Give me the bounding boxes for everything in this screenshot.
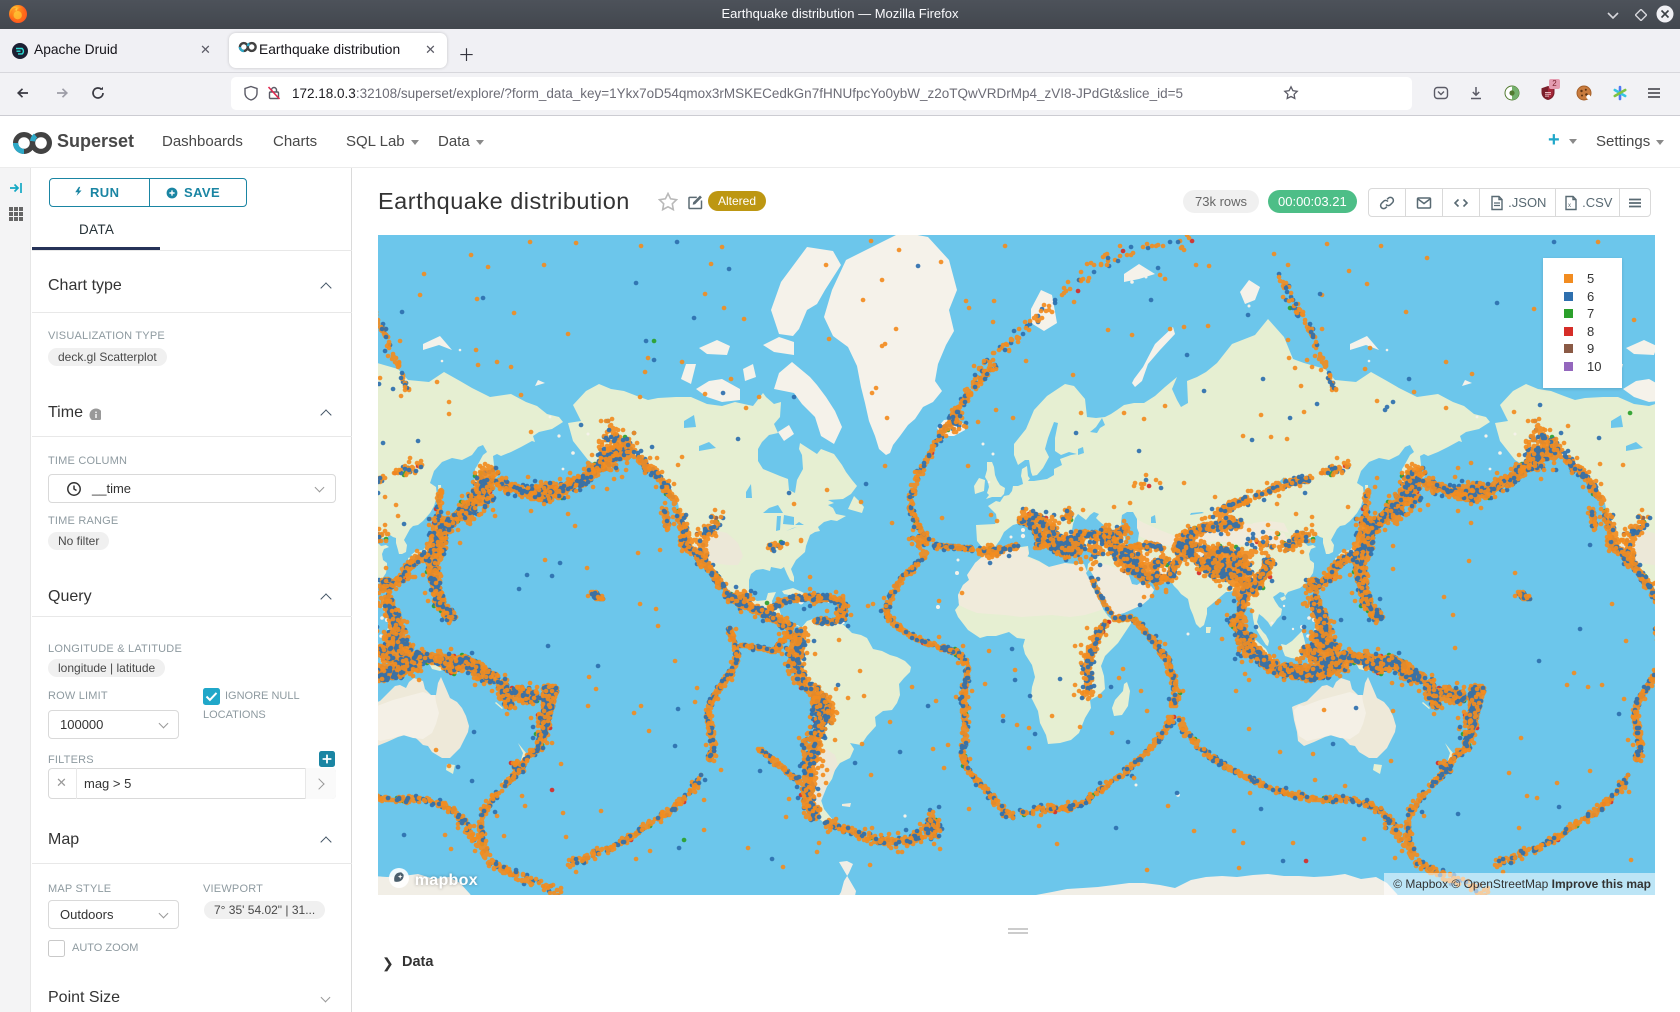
svg-text:9: 9 (1587, 341, 1594, 356)
svg-text:6: 6 (1587, 289, 1594, 304)
svg-text:7: 7 (1587, 306, 1594, 321)
svg-text:10: 10 (1587, 359, 1601, 374)
svg-text:8: 8 (1587, 324, 1594, 339)
svg-text:5: 5 (1587, 271, 1594, 286)
svg-text:x: x (1568, 203, 1571, 209)
